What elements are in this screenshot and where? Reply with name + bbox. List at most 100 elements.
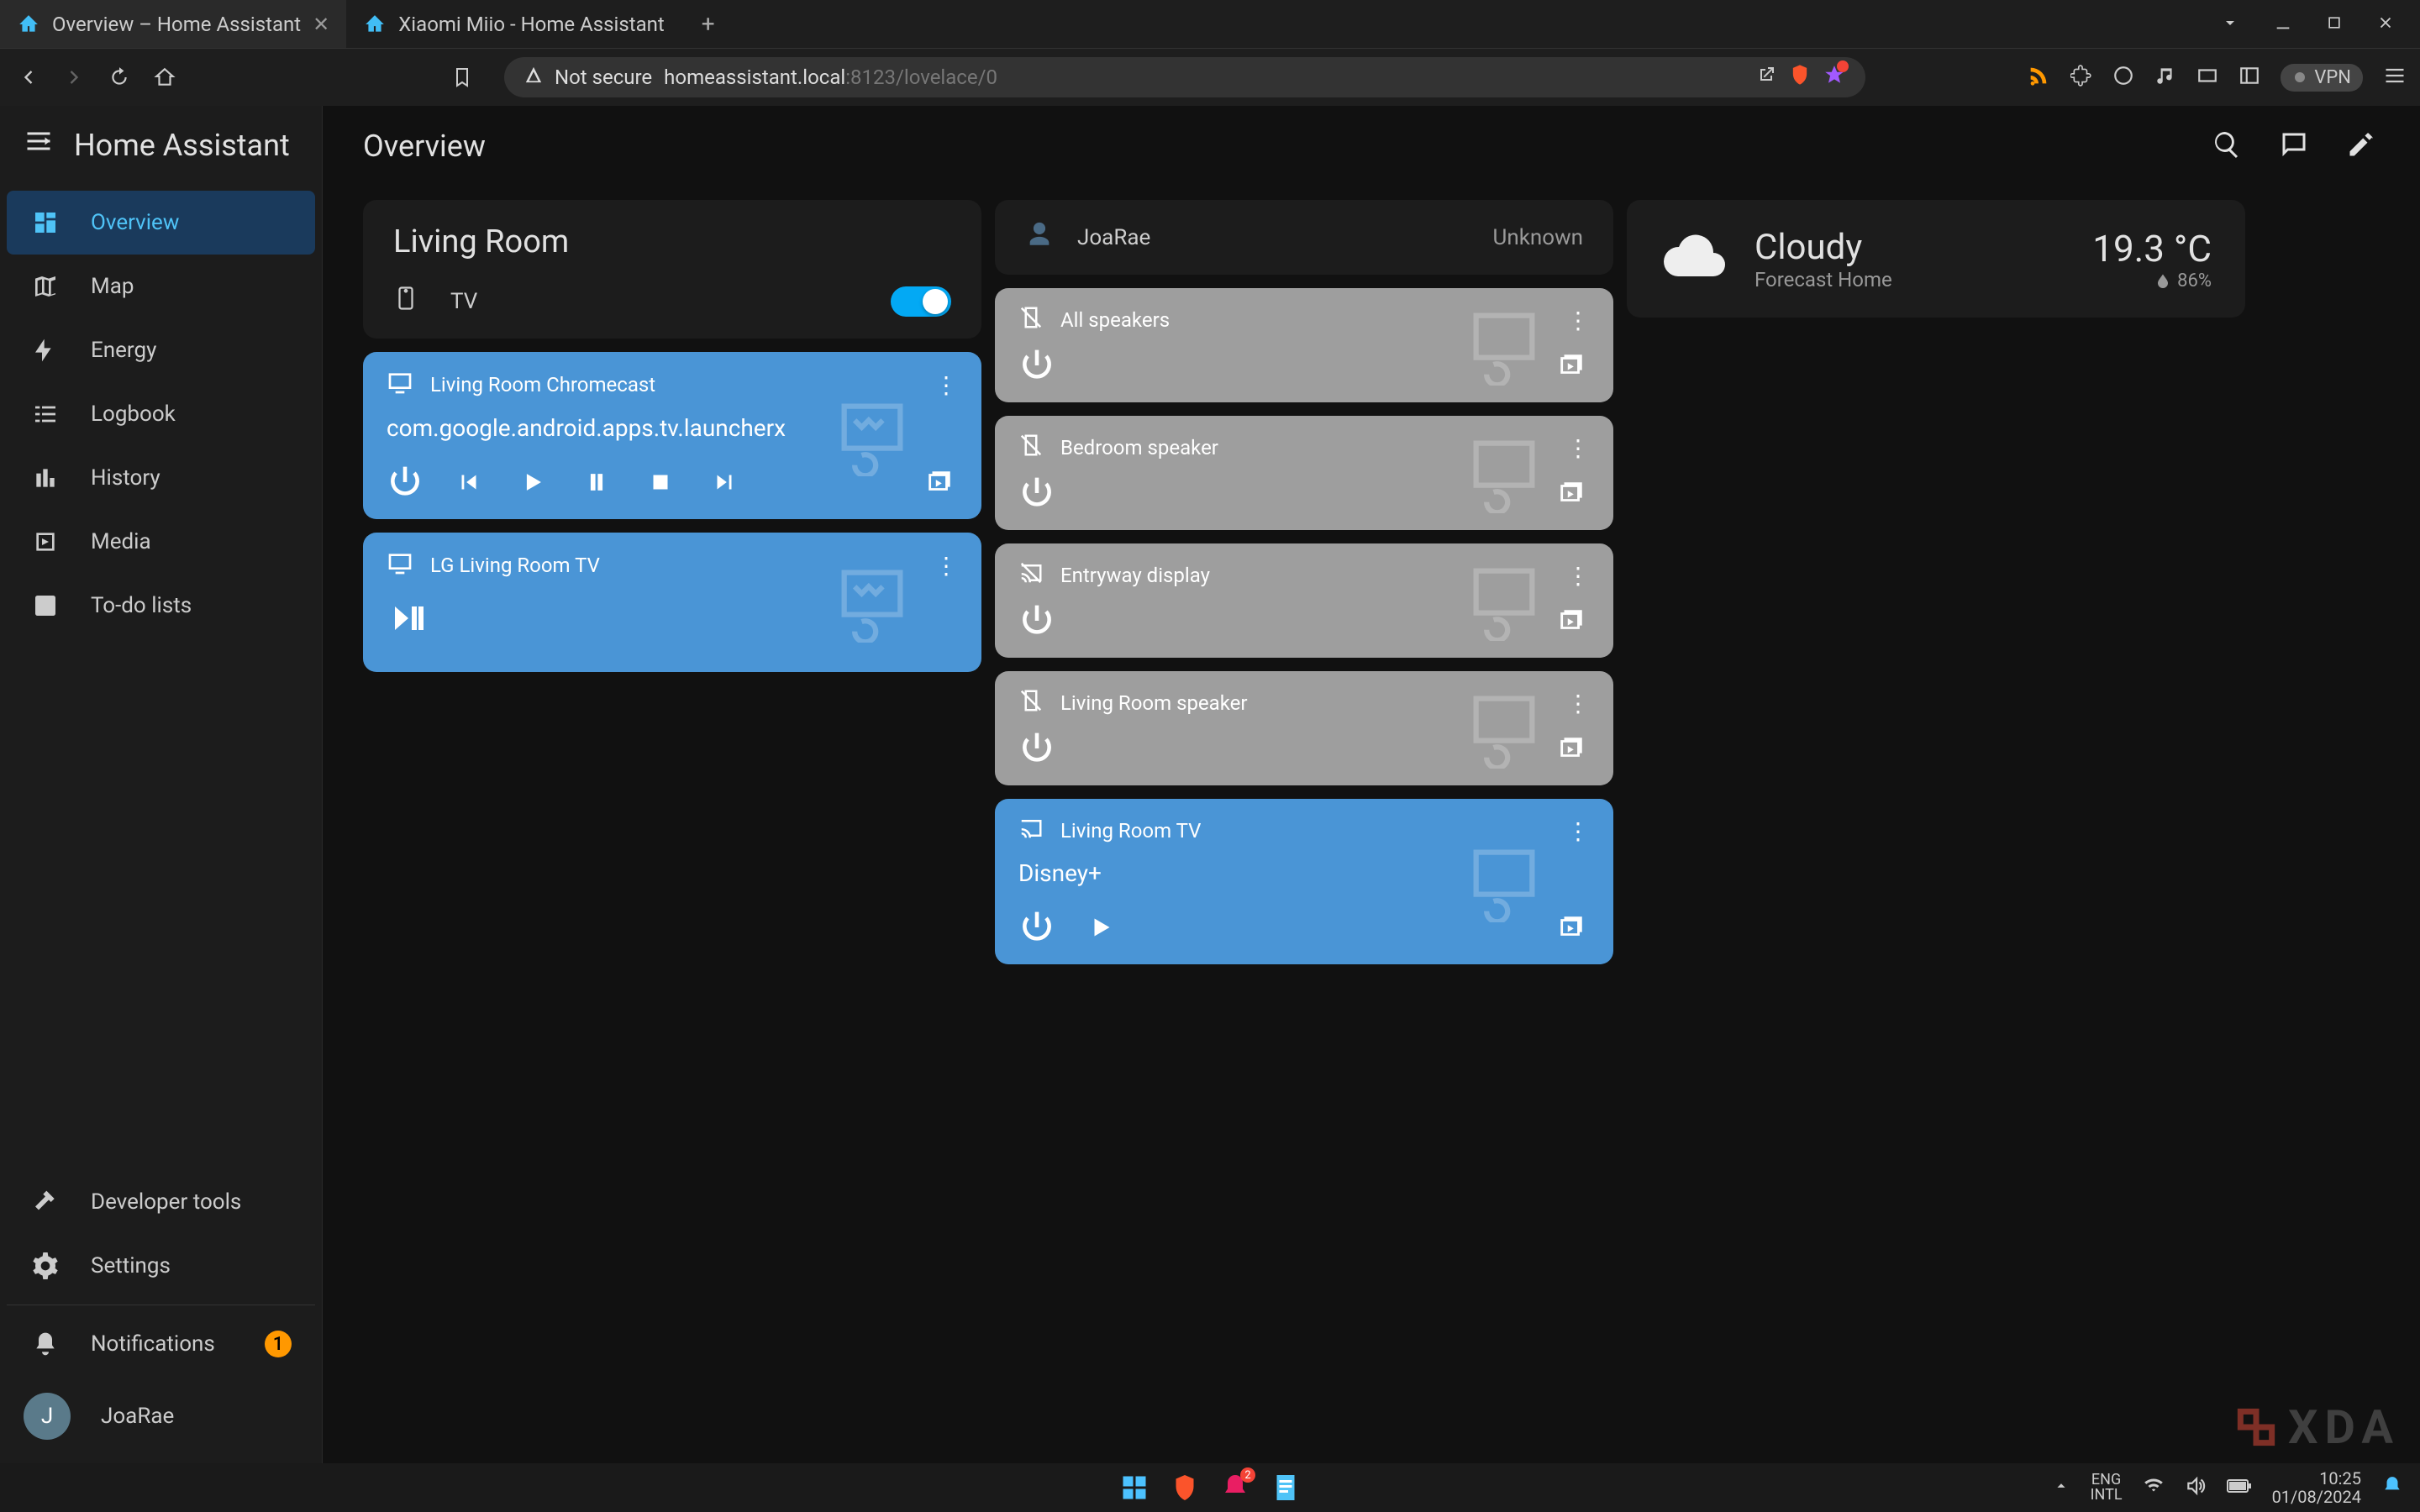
todo-icon <box>30 591 60 621</box>
share-icon[interactable] <box>1756 65 1776 90</box>
reload-button[interactable] <box>104 62 134 92</box>
search-icon[interactable] <box>2212 129 2245 163</box>
menu-icon[interactable] <box>2383 64 2407 91</box>
media-title: Entryway display <box>1060 564 1210 587</box>
weather-card[interactable]: Cloudy Forecast Home 19.3 °C 86% <box>1627 200 2245 318</box>
notifications-tray-icon[interactable] <box>2381 1475 2403 1501</box>
living-room-speaker-card[interactable]: Living Room speaker ⋮ <box>995 671 1613 785</box>
more-icon[interactable]: ⋮ <box>1566 690 1590 717</box>
stop-button[interactable] <box>642 464 679 501</box>
wifi-icon[interactable] <box>2143 1475 2165 1501</box>
speaker-off-icon <box>1018 688 1044 718</box>
minimize-icon[interactable] <box>2274 13 2292 35</box>
person-status: Unknown <box>1493 225 1583 250</box>
tab-title: Overview – Home Assistant <box>52 13 301 36</box>
clock[interactable]: 10:25 01/08/2024 <box>2272 1469 2361 1506</box>
app-taskbar-icon[interactable]: 2 <box>1217 1469 1254 1506</box>
rss-icon[interactable] <box>2027 64 2050 91</box>
sidebar-item-energy[interactable]: Energy <box>7 318 315 382</box>
more-icon[interactable]: ⋮ <box>1566 817 1590 845</box>
extensions-icon[interactable] <box>2070 65 2092 90</box>
browser-tab-active[interactable]: Overview – Home Assistant ✕ <box>0 0 346 48</box>
power-button[interactable] <box>387 464 424 501</box>
forward-button[interactable] <box>59 62 89 92</box>
sidebar-item-developer-tools[interactable]: Developer tools <box>7 1170 315 1234</box>
vpn-button[interactable]: VPN <box>2281 64 2363 92</box>
browse-media-button[interactable] <box>1553 347 1590 384</box>
more-icon[interactable]: ⋮ <box>1566 307 1590 334</box>
sidebar-item-user[interactable]: J JoaRae <box>7 1376 315 1457</box>
language-indicator[interactable]: ENG INTL <box>2091 1473 2123 1503</box>
menu-collapse-icon[interactable] <box>24 126 54 164</box>
tray-chevron-icon[interactable] <box>2052 1477 2070 1499</box>
chromecast-card[interactable]: Living Room Chromecast ⋮ com.google.andr… <box>363 352 981 519</box>
start-button[interactable] <box>1116 1469 1153 1506</box>
brave-rewards-icon[interactable] <box>1823 64 1845 91</box>
weather-temperature: 19.3 °C <box>2092 227 2212 270</box>
person-card[interactable]: JoaRae Unknown <box>995 200 1613 275</box>
sidebar-item-notifications[interactable]: Notifications 1 <box>7 1312 315 1376</box>
skip-previous-button[interactable] <box>450 464 487 501</box>
hammer-icon <box>30 1187 60 1217</box>
assist-icon[interactable] <box>2279 129 2312 163</box>
power-button[interactable] <box>1018 475 1055 512</box>
edit-icon[interactable] <box>2346 129 2380 163</box>
home-button[interactable] <box>150 62 180 92</box>
living-room-card: Living Room TV <box>363 200 981 339</box>
play-button[interactable] <box>514 464 551 501</box>
browse-media-button[interactable] <box>1553 602 1590 639</box>
living-room-tv-card[interactable]: Living Room TV ⋮ Disney+ <box>995 799 1613 964</box>
history-icon <box>30 463 60 493</box>
sidebar-item-logbook[interactable]: Logbook <box>7 382 315 446</box>
sidebar-item-map[interactable]: Map <box>7 255 315 318</box>
power-button[interactable] <box>1018 730 1055 767</box>
more-icon[interactable]: ⋮ <box>934 371 958 399</box>
sidebar-item-todo[interactable]: To-do lists <box>7 574 315 638</box>
power-button[interactable] <box>1018 347 1055 384</box>
sidebar-item-overview[interactable]: Overview <box>7 191 315 255</box>
close-window-icon[interactable] <box>2376 13 2395 35</box>
skip-next-button[interactable] <box>706 464 743 501</box>
browse-media-button[interactable] <box>1553 475 1590 512</box>
power-button[interactable] <box>1018 602 1055 639</box>
maximize-icon[interactable] <box>2326 14 2343 34</box>
pause-button[interactable] <box>578 464 615 501</box>
brave-shields-icon[interactable] <box>1788 63 1812 92</box>
wallet-icon[interactable] <box>2196 65 2218 90</box>
play-pause-button[interactable] <box>387 626 427 642</box>
power-button[interactable] <box>1018 909 1055 946</box>
leo-icon[interactable] <box>2112 65 2134 90</box>
all-speakers-card[interactable]: All speakers ⋮ <box>995 288 1613 402</box>
browse-media-button[interactable] <box>1553 730 1590 767</box>
sidebar-item-history[interactable]: History <box>7 446 315 510</box>
battery-icon[interactable] <box>2227 1478 2252 1499</box>
browse-media-button[interactable] <box>1553 909 1590 946</box>
notepad-taskbar-icon[interactable] <box>1267 1469 1304 1506</box>
browser-tab[interactable]: Xiaomi Miio - Home Assistant <box>346 0 681 48</box>
media-placeholder-icon <box>1462 838 1546 926</box>
url-bar[interactable]: Not secure homeassistant.local:8123/love… <box>504 57 1865 97</box>
toggle-switch[interactable] <box>891 286 951 317</box>
sidebar-icon[interactable] <box>2238 65 2260 90</box>
back-button[interactable] <box>13 62 44 92</box>
more-icon[interactable]: ⋮ <box>934 552 958 580</box>
new-tab-button[interactable]: + <box>681 0 735 48</box>
bookmark-button[interactable] <box>447 62 477 92</box>
entity-row-tv[interactable]: TV <box>363 270 981 339</box>
sidebar-header: Home Assistant <box>0 106 322 184</box>
tab-close-icon[interactable]: ✕ <box>313 13 329 36</box>
more-icon[interactable]: ⋮ <box>1566 434 1590 462</box>
lg-tv-card[interactable]: LG Living Room TV ⋮ <box>363 533 981 672</box>
sidebar-item-settings[interactable]: Settings <box>7 1234 315 1298</box>
brave-taskbar-icon[interactable] <box>1166 1469 1203 1506</box>
tabs-dropdown-icon[interactable] <box>2220 13 2240 36</box>
sidebar-item-media[interactable]: Media <box>7 510 315 574</box>
more-icon[interactable]: ⋮ <box>1566 562 1590 590</box>
entryway-display-card[interactable]: Entryway display ⋮ <box>995 543 1613 658</box>
browse-media-button[interactable] <box>921 464 958 501</box>
ha-favicon-icon <box>17 13 40 36</box>
play-button[interactable] <box>1082 909 1119 946</box>
bedroom-speaker-card[interactable]: Bedroom speaker ⋮ <box>995 416 1613 530</box>
volume-icon[interactable] <box>2185 1475 2207 1501</box>
music-icon[interactable] <box>2154 65 2176 90</box>
